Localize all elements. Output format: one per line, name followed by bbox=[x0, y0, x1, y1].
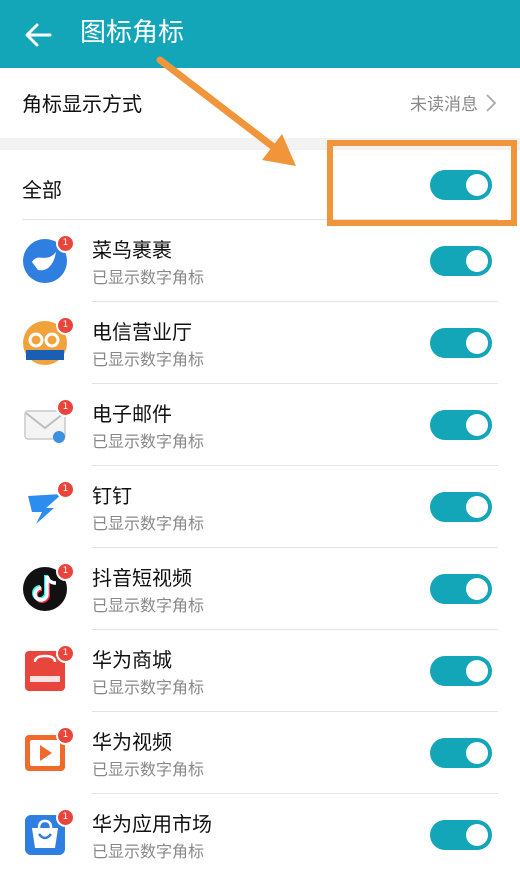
app-row-cainiao: 1 菜鸟裹裹 已显示数字角标 bbox=[0, 220, 520, 302]
notification-badge: 1 bbox=[56, 398, 75, 417]
page-title: 图标角标 bbox=[80, 18, 185, 48]
arrow-left-icon[interactable] bbox=[22, 18, 56, 52]
toggle-knob bbox=[466, 174, 488, 196]
app-row-huawei-video: 1 华为视频 已显示数字角标 bbox=[0, 712, 520, 794]
app-badge-toggle[interactable] bbox=[430, 738, 492, 768]
toggle-knob bbox=[466, 578, 488, 600]
app-badge-status: 已显示数字角标 bbox=[92, 760, 205, 779]
notification-badge: 1 bbox=[56, 480, 75, 499]
app-row-vmall: 1 华为商城 已显示数字角标 bbox=[0, 630, 520, 712]
app-badge-status: 已显示数字角标 bbox=[92, 432, 205, 451]
notification-badge: 1 bbox=[56, 562, 75, 581]
all-apps-toggle[interactable] bbox=[430, 170, 492, 200]
app-name: 抖音短视频 bbox=[92, 566, 192, 590]
app-row-telecom: 1 电信营业厅 已显示数字角标 bbox=[0, 302, 520, 384]
app-badge-toggle[interactable] bbox=[430, 820, 492, 850]
app-row-email: 1 电子邮件 已显示数字角标 bbox=[0, 384, 520, 466]
app-badge-status: 已显示数字角标 bbox=[92, 350, 205, 369]
app-badge-toggle[interactable] bbox=[430, 492, 492, 522]
notification-badge: 1 bbox=[56, 644, 75, 663]
all-apps-row: 全部 bbox=[0, 150, 520, 220]
chevron-right-icon bbox=[486, 94, 496, 112]
app-badge-status: 已显示数字角标 bbox=[92, 596, 205, 615]
badge-display-mode-value: 未读消息 bbox=[410, 95, 478, 115]
toggle-knob bbox=[466, 496, 488, 518]
header-bar: 图标角标 bbox=[0, 0, 520, 68]
notification-badge: 1 bbox=[56, 316, 75, 335]
app-name: 电子邮件 bbox=[92, 402, 172, 426]
section-divider bbox=[0, 138, 520, 150]
app-badge-toggle[interactable] bbox=[430, 656, 492, 686]
notification-badge: 1 bbox=[56, 808, 75, 827]
app-badge-toggle[interactable] bbox=[430, 328, 492, 358]
app-badge-status: 已显示数字角标 bbox=[92, 514, 205, 533]
toggle-knob bbox=[466, 250, 488, 272]
toggle-knob bbox=[466, 742, 488, 764]
app-badge-status: 已显示数字角标 bbox=[92, 842, 205, 861]
app-name: 华为视频 bbox=[92, 730, 172, 754]
app-row-dingtalk: 1 钉钉 已显示数字角标 bbox=[0, 466, 520, 548]
badge-display-mode-label: 角标显示方式 bbox=[22, 92, 142, 116]
app-name: 华为商城 bbox=[92, 648, 172, 672]
all-apps-label: 全部 bbox=[22, 178, 62, 202]
app-row-douyin: 1 抖音短视频 已显示数字角标 bbox=[0, 548, 520, 630]
toggle-knob bbox=[466, 824, 488, 846]
app-badge-toggle[interactable] bbox=[430, 410, 492, 440]
notification-badge: 1 bbox=[56, 726, 75, 745]
badge-display-mode-row[interactable]: 角标显示方式 未读消息 bbox=[0, 68, 520, 138]
app-name: 电信营业厅 bbox=[92, 320, 192, 344]
app-badge-toggle[interactable] bbox=[430, 246, 492, 276]
app-badge-status: 已显示数字角标 bbox=[92, 268, 205, 287]
notification-badge: 1 bbox=[56, 234, 75, 253]
toggle-knob bbox=[466, 332, 488, 354]
app-name: 钉钉 bbox=[92, 484, 132, 508]
app-badge-toggle[interactable] bbox=[430, 574, 492, 604]
app-badge-status: 已显示数字角标 bbox=[92, 678, 205, 697]
toggle-knob bbox=[466, 660, 488, 682]
app-name: 菜鸟裹裹 bbox=[92, 238, 172, 262]
app-name: 华为应用市场 bbox=[92, 812, 212, 836]
toggle-knob bbox=[466, 414, 488, 436]
